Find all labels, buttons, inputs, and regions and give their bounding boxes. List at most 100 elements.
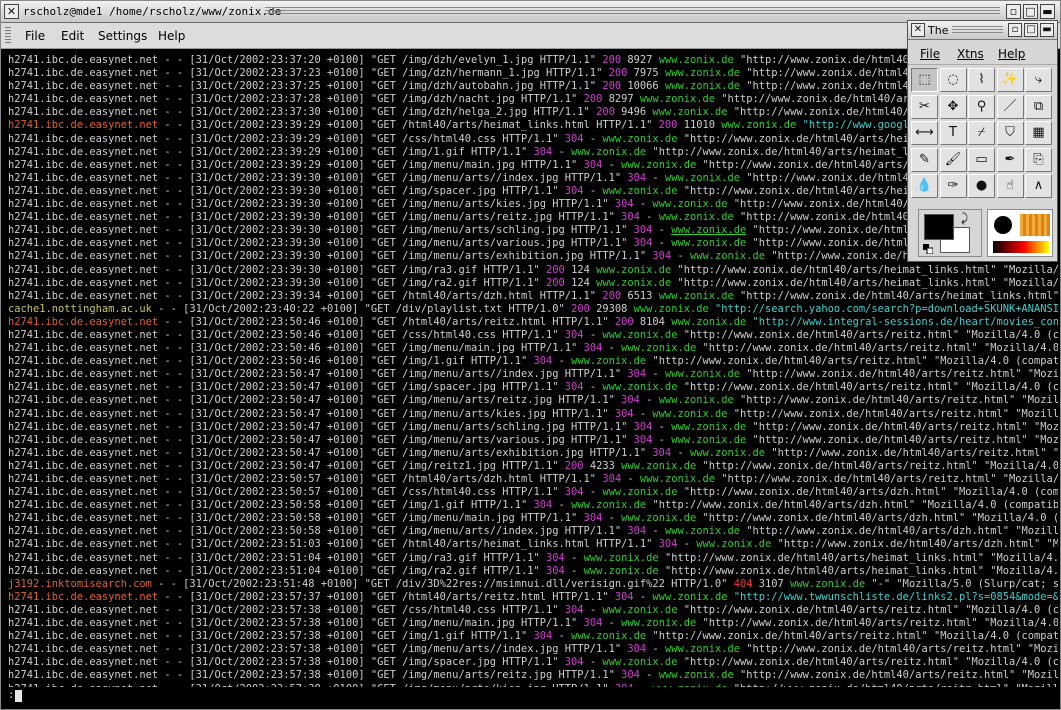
log-line: h2741.ibc.de.easynet.net - - [31/Oct/200… [8,525,1058,538]
magnify-icon[interactable]: ⚲ [968,94,995,119]
log-request: "GET /html40/arts/heimat_links.html HTTP… [370,538,653,551]
gradient-preview[interactable] [993,241,1049,253]
log-status: 304 [633,420,653,433]
maximize-icon[interactable]: □ [1024,23,1038,37]
default-colors-icon[interactable] [923,244,933,254]
log-referer: "http://www.zonix.de/html40/arts/reitz.h… [740,669,1058,682]
log-line: h2741.ibc.de.easynet.net - - [31/Oct/200… [8,381,1058,394]
log-status: 200 [602,54,622,66]
menu-help[interactable]: Help [158,29,185,43]
log-date: [31/Oct/2002:23:50:58 +0100] [189,512,365,525]
log-host: h2741.ibc.de.easynet.net [8,499,159,512]
log-size: 8104 [639,315,665,328]
log-date: [31/Oct/2002:23:50:57 +0100] [189,473,365,485]
log-vhost: www.zonix.de [639,473,715,485]
log-size: - [683,538,690,551]
move-icon[interactable]: ✥ [939,94,967,119]
log-date: [31/Oct/2002:23:50:47 +0100] [189,394,365,407]
log-host: h2741.ibc.de.easynet.net [8,184,159,197]
ellipse-select-icon[interactable]: ◌ [939,68,967,92]
log-host: h2741.ibc.de.easynet.net [8,459,159,472]
log-host: j3192.inktomisearch.com [8,577,152,590]
rect-select-icon[interactable]: ⬚ [911,68,938,92]
log-vhost: www.zonix.de [596,276,672,289]
minimize-icon[interactable]: ▫ [1006,4,1021,19]
airbrush-icon[interactable]: ✒ [996,147,1024,172]
convolve-icon[interactable]: 💧 [911,174,938,198]
close-icon[interactable]: ✕ [911,23,925,37]
minimize-icon[interactable]: ▫ [1008,23,1022,37]
crop-icon[interactable]: ／ [996,94,1024,119]
log-status: 200 [571,302,590,315]
terminal-titlebar[interactable]: ✕ rscholz@mde1 /home/rscholz/www/zonix.d… [1,1,1060,23]
log-status: 304 [614,590,634,603]
log-request: "GET /img/menu/main.jpg HTTP/1.1" [370,342,578,355]
log-vhost: www.zonix.de [671,420,747,433]
eraser-icon[interactable]: ▭ [968,147,995,172]
toolbox-menu-file[interactable]: File [920,47,940,61]
log-line: h2741.ibc.de.easynet.net - - [31/Oct/200… [8,172,1058,185]
color-picker-icon[interactable]: ⌿ [968,121,995,145]
intelligent-scissors-icon[interactable]: ✂ [911,94,938,119]
log-size: - [589,184,597,197]
log-date: [31/Oct/2002:23:50:46 +0100] [189,342,365,355]
smudge-icon[interactable]: ☝ [996,174,1024,198]
log-host: h2741.ibc.de.easynet.net [8,119,159,132]
bezier-select-icon[interactable]: ⤷ [1025,68,1052,92]
fuzzy-select-icon[interactable]: ✨ [996,68,1024,92]
text-icon[interactable]: T [939,121,967,145]
shade-icon[interactable]: ▬ [1040,4,1055,19]
paintbrush-icon[interactable]: 🖌 [939,147,967,172]
pattern-preview[interactable] [1020,214,1050,236]
bucket-fill-icon[interactable]: ⛉ [996,121,1024,145]
log-size: - [589,381,597,394]
shell-prompt[interactable]: : [8,689,14,702]
log-request: "GET /img/spacer.jpg HTTP/1.1" [370,381,559,394]
log-host: h2741.ibc.de.easynet.net [8,158,159,171]
gimp-toolbox[interactable]: ✕ The ▫ □ ▬ File Xtns Help ⬚ ◌ ⌇ ✨ ⤷ ✂ ✥ ⚲ ／ ⧉ ⟷ T ⌿… [907,20,1058,262]
log-vhost: www.zonix.de [639,93,715,106]
log-status: 304 [627,525,647,538]
blend-icon[interactable]: ▦ [1025,121,1052,145]
free-select-icon[interactable]: ⌇ [968,68,995,92]
color-area[interactable]: ⤸ [918,209,982,257]
log-line: h2741.ibc.de.easynet.net - - [31/Oct/200… [8,119,1058,132]
log-size: - [658,433,665,446]
log-size: - [652,525,659,538]
shade-icon[interactable]: ▬ [1040,23,1054,37]
log-vhost: www.zonix.de [621,158,697,171]
transform-icon[interactable]: ⧉ [1025,94,1052,119]
log-vhost: www.zonix.de [664,643,741,656]
log-status: 304 [564,184,584,197]
pencil-icon[interactable]: ✎ [911,147,938,172]
maximize-icon[interactable]: □ [1023,4,1038,19]
close-icon[interactable]: ✕ [4,4,19,19]
log-vhost: www.zonix.de [671,433,747,446]
foreground-color-swatch[interactable] [924,214,954,240]
dodge-burn-icon[interactable]: ● [968,174,995,198]
log-date: [31/Oct/2002:23:39:30 +0100] [189,250,365,263]
terminal-window[interactable]: ✕ rscholz@mde1 /home/rscholz/www/zonix.d… [0,0,1061,710]
ink-icon[interactable]: ✑ [939,174,967,198]
menu-settings[interactable]: Settings [98,29,147,43]
log-request: "GET /img/menu/arts//index.jpg HTTP/1.1" [370,643,622,656]
toolbox-menu-help[interactable]: Help [998,47,1025,61]
log-host: h2741.ibc.de.easynet.net [8,394,159,407]
brush-preview[interactable] [994,216,1012,234]
swap-colors-icon[interactable]: ⤸ [961,212,968,224]
log-request: "GET /img/reitz1.jpg HTTP/1.1" [370,459,559,472]
flip-icon[interactable]: ⟷ [911,121,938,145]
menu-file[interactable]: File [25,29,45,43]
clone-icon[interactable]: ⎘ [1025,147,1052,172]
toolbox-titlebar[interactable]: ✕ The ▫ □ ▬ [908,21,1057,40]
measure-icon[interactable]: ∧ [1025,174,1052,198]
log-host: h2741.ibc.de.easynet.net [8,328,159,341]
log-referer: "http://www.zonix.de/html40/arts/heimat_… [677,276,1058,289]
log-line: h2741.ibc.de.easynet.net - - [31/Oct/200… [8,264,1058,277]
log-output[interactable]: h2741.ibc.de.easynet.net - - [31/Oct/200… [8,54,1058,687]
brush-pattern-gradient-area[interactable] [987,209,1053,257]
menu-edit[interactable]: Edit [61,29,84,43]
log-date: [31/Oct/2002:23:57:38 +0100] [189,603,365,616]
toolbox-menu-xtns[interactable]: Xtns [957,47,984,61]
terminal-menubar: File Edit Settings Help [1,23,1060,49]
